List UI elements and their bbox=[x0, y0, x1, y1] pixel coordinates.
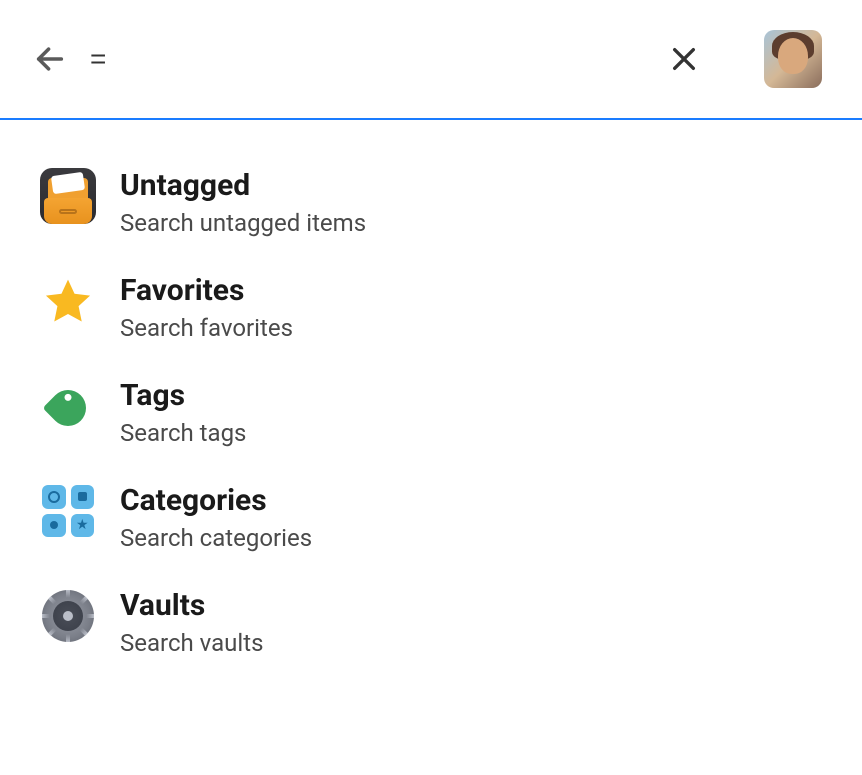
result-title: Vaults bbox=[120, 588, 263, 623]
vault-icon bbox=[40, 588, 96, 644]
result-title: Tags bbox=[120, 378, 246, 413]
clear-button[interactable] bbox=[664, 39, 704, 79]
result-vaults[interactable]: Vaults Search vaults bbox=[40, 570, 822, 675]
star-icon bbox=[40, 273, 96, 329]
result-subtitle: Search vaults bbox=[120, 629, 263, 657]
result-subtitle: Search tags bbox=[120, 419, 246, 447]
search-results: Untagged Search untagged items Favorites… bbox=[0, 120, 862, 705]
result-title: Favorites bbox=[120, 273, 293, 308]
search-input[interactable] bbox=[70, 35, 664, 83]
result-subtitle: Search favorites bbox=[120, 314, 293, 342]
search-header bbox=[0, 0, 862, 120]
arrow-left-icon bbox=[33, 42, 67, 76]
avatar[interactable] bbox=[764, 30, 822, 88]
result-subtitle: Search untagged items bbox=[120, 209, 366, 237]
tag-icon bbox=[40, 378, 96, 434]
result-title: Categories bbox=[120, 483, 312, 518]
result-tags[interactable]: Tags Search tags bbox=[40, 360, 822, 465]
back-button[interactable] bbox=[30, 39, 70, 79]
result-categories[interactable]: Categories Search categories bbox=[40, 465, 822, 570]
drawer-icon bbox=[40, 168, 96, 224]
close-icon bbox=[668, 43, 700, 75]
categories-icon bbox=[40, 483, 96, 539]
result-subtitle: Search categories bbox=[120, 524, 312, 552]
result-title: Untagged bbox=[120, 168, 366, 203]
result-untagged[interactable]: Untagged Search untagged items bbox=[40, 150, 822, 255]
result-favorites[interactable]: Favorites Search favorites bbox=[40, 255, 822, 360]
